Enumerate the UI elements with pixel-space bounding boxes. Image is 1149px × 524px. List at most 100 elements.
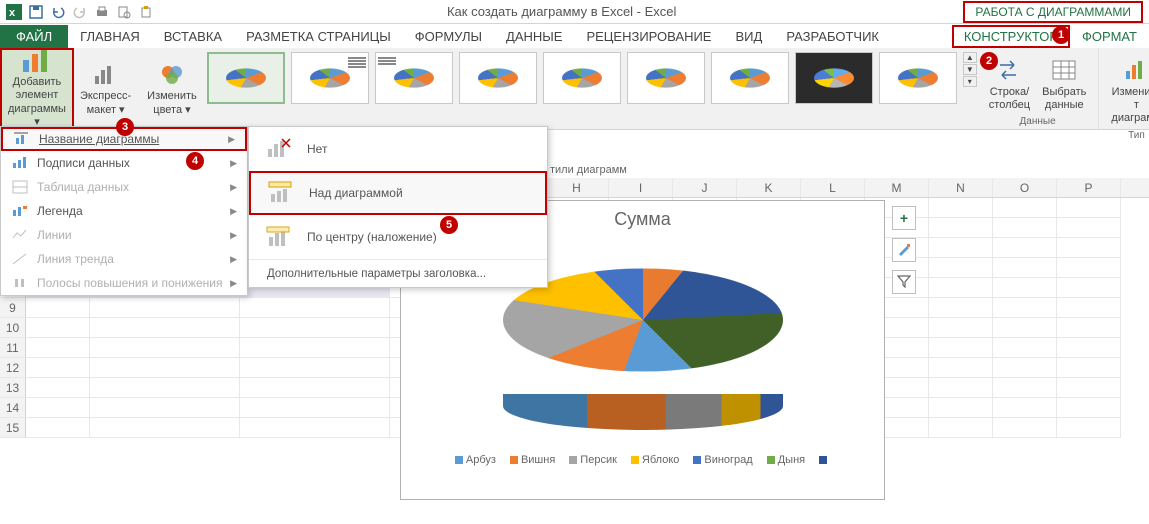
cell[interactable]: [1057, 318, 1121, 338]
chart-style-6[interactable]: [627, 52, 705, 104]
cell[interactable]: [240, 358, 390, 378]
cell[interactable]: [929, 238, 993, 258]
submenu-more-options[interactable]: Дополнительные параметры заголовка...: [249, 259, 547, 287]
redo-icon[interactable]: [72, 4, 88, 20]
gallery-more-button[interactable]: ▾: [963, 76, 977, 87]
legend-item[interactable]: Персик: [569, 454, 617, 466]
tab-data[interactable]: ДАННЫЕ: [494, 25, 574, 48]
cell[interactable]: [1057, 338, 1121, 358]
row-header[interactable]: 10: [0, 318, 26, 338]
chart-style-1[interactable]: [207, 52, 285, 104]
cell[interactable]: [993, 378, 1057, 398]
cell[interactable]: [1057, 358, 1121, 378]
save-icon[interactable]: [28, 4, 44, 20]
legend-item[interactable]: Яблоко: [631, 454, 679, 466]
cell[interactable]: [240, 338, 390, 358]
preview-icon[interactable]: [116, 4, 132, 20]
cell[interactable]: [240, 318, 390, 338]
cell[interactable]: [1057, 278, 1121, 298]
cell[interactable]: [929, 198, 993, 218]
cell[interactable]: [993, 418, 1057, 438]
chart-elements-button[interactable]: +: [892, 206, 916, 230]
chart-style-2[interactable]: [291, 52, 369, 104]
tab-developer[interactable]: РАЗРАБОТЧИК: [774, 25, 891, 48]
legend-item[interactable]: Дыня: [767, 454, 805, 466]
cell[interactable]: [26, 418, 90, 438]
chart-filter-button[interactable]: [892, 270, 916, 294]
gallery-down-button[interactable]: ▼: [963, 64, 977, 75]
legend-item[interactable]: Вишня: [510, 454, 555, 466]
cell[interactable]: [240, 398, 390, 418]
cell[interactable]: [929, 378, 993, 398]
paste-icon[interactable]: [138, 4, 154, 20]
cell[interactable]: [929, 358, 993, 378]
cell[interactable]: [1057, 418, 1121, 438]
cell[interactable]: [90, 418, 240, 438]
tab-page-layout[interactable]: РАЗМЕТКА СТРАНИЦЫ: [234, 25, 403, 48]
submenu-centered-overlay[interactable]: По центру (наложение): [249, 215, 547, 259]
cell[interactable]: [993, 298, 1057, 318]
cell[interactable]: [929, 298, 993, 318]
tab-review[interactable]: РЕЦЕНЗИРОВАНИЕ: [574, 25, 723, 48]
express-layout-button[interactable]: Экспресс- макет ▾: [74, 48, 137, 129]
row-header[interactable]: 13: [0, 378, 26, 398]
cell[interactable]: [929, 398, 993, 418]
chart-style-4[interactable]: [459, 52, 537, 104]
chart-style-8[interactable]: [795, 52, 873, 104]
cell[interactable]: [26, 398, 90, 418]
legend-item[interactable]: Арбуз: [455, 454, 496, 466]
cell[interactable]: [993, 258, 1057, 278]
legend-item[interactable]: Виноград: [693, 454, 752, 466]
cell[interactable]: [993, 338, 1057, 358]
cell[interactable]: [993, 398, 1057, 418]
change-colors-button[interactable]: Изменить цвета ▾: [141, 48, 203, 129]
cell[interactable]: [1057, 218, 1121, 238]
cell[interactable]: [26, 358, 90, 378]
cell[interactable]: [90, 298, 240, 318]
cell[interactable]: [929, 218, 993, 238]
change-chart-type-button[interactable]: Изменить т диаграмм: [1105, 52, 1149, 130]
submenu-none[interactable]: Нет: [249, 127, 547, 171]
cell[interactable]: [90, 338, 240, 358]
cell[interactable]: [993, 278, 1057, 298]
chart-style-9[interactable]: [879, 52, 957, 104]
print-icon[interactable]: [94, 4, 110, 20]
row-header[interactable]: 15: [0, 418, 26, 438]
chart-style-5[interactable]: [543, 52, 621, 104]
cell[interactable]: [26, 338, 90, 358]
cell[interactable]: [1057, 298, 1121, 318]
tab-view[interactable]: ВИД: [723, 25, 774, 48]
cell[interactable]: [1057, 258, 1121, 278]
select-data-button[interactable]: Выбрать данные: [1036, 52, 1092, 116]
cell[interactable]: [1057, 378, 1121, 398]
cell[interactable]: [993, 318, 1057, 338]
cell[interactable]: [240, 378, 390, 398]
cell[interactable]: [929, 258, 993, 278]
cell[interactable]: [26, 318, 90, 338]
cell[interactable]: [1057, 198, 1121, 218]
row-header[interactable]: 11: [0, 338, 26, 358]
cell[interactable]: [240, 418, 390, 438]
chart-styles-button[interactable]: [892, 238, 916, 262]
cell[interactable]: [26, 378, 90, 398]
cell[interactable]: [90, 318, 240, 338]
cell[interactable]: [993, 358, 1057, 378]
cell[interactable]: [929, 338, 993, 358]
cell[interactable]: [929, 318, 993, 338]
cell[interactable]: [240, 298, 390, 318]
cell[interactable]: [929, 418, 993, 438]
chart-style-7[interactable]: [711, 52, 789, 104]
tab-insert[interactable]: ВСТАВКА: [152, 25, 234, 48]
cell[interactable]: [90, 378, 240, 398]
submenu-above-chart[interactable]: Над диаграммой: [249, 171, 547, 215]
add-chart-element-button[interactable]: Добавить элемент диаграммы ▾: [0, 48, 74, 129]
menu-legend[interactable]: Легенда ▶: [1, 199, 247, 223]
cell[interactable]: [993, 238, 1057, 258]
cell[interactable]: [26, 298, 90, 318]
cell[interactable]: [993, 218, 1057, 238]
tab-format[interactable]: ФОРМАТ: [1070, 25, 1149, 48]
cell[interactable]: [90, 358, 240, 378]
row-header[interactable]: 12: [0, 358, 26, 378]
chart-legend[interactable]: Арбуз Вишня Персик Яблоко Виноград Дыня: [401, 454, 884, 466]
cell[interactable]: [90, 398, 240, 418]
